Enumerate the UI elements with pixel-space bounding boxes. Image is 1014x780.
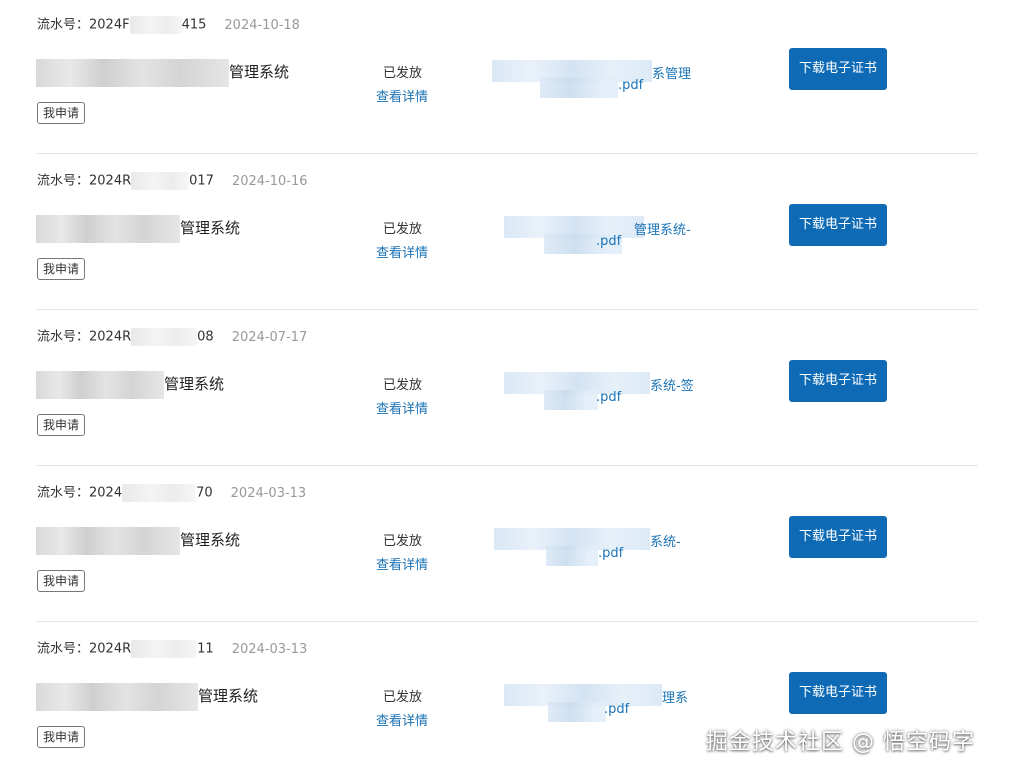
redacted-serial-segment (129, 16, 182, 34)
redacted-name-segment (36, 370, 164, 399)
download-certificate-button[interactable]: 下载电子证书 (789, 516, 887, 558)
status-text: 已发放 (383, 690, 423, 705)
view-details-link[interactable]: 查看详情 (376, 242, 428, 261)
application-date: 2024-07-17 (231, 329, 308, 345)
applicant-tag: 我申请 (37, 102, 86, 124)
redacted-name-segment (36, 214, 180, 243)
filename-tail: 系统- (650, 535, 681, 550)
software-name-suffix: 管理系统 (180, 219, 241, 237)
redacted-filename-segment (546, 546, 598, 566)
serial-suffix: 70 (196, 485, 213, 501)
applicant-tag: 我申请 (37, 726, 86, 748)
view-details-link[interactable]: 查看详情 (376, 86, 428, 105)
filename-tail: 管理系统- (634, 223, 691, 238)
software-name-suffix: 管理系统 (180, 531, 241, 549)
view-details-link[interactable]: 查看详情 (376, 398, 428, 417)
certificate-list: 流水号：2024F 415 2024-10-18 管理系统 我申请 已发放 查看详情… (0, 0, 1014, 780)
redacted-serial-segment (131, 640, 198, 658)
certificate-file-link[interactable]: 管理系统- .pdf (504, 216, 714, 256)
filename-extension: .pdf (618, 78, 644, 93)
certificate-file-link[interactable]: 理系 .pdf (504, 684, 714, 724)
certificate-record: 流水号：2024R 017 2024-10-16 管理系统 我申请 已发放 查看详情… (0, 156, 1014, 312)
software-name: 管理系统 (36, 214, 241, 243)
serial-prefix: 2024 (89, 485, 123, 501)
serial-label: 流水号： (37, 641, 90, 657)
filename-extension: .pdf (596, 234, 622, 249)
download-certificate-button[interactable]: 下载电子证书 (789, 48, 887, 90)
redacted-name-segment (36, 682, 198, 711)
view-details-link[interactable]: 查看详情 (376, 710, 428, 729)
serial-suffix: 415 (181, 17, 207, 33)
certificate-file-link[interactable]: 系管理 .pdf (492, 60, 702, 100)
status-text: 已发放 (383, 66, 423, 81)
status-text: 已发放 (383, 534, 423, 549)
row-divider (36, 153, 978, 154)
serial-prefix: 2024R (89, 641, 132, 657)
download-certificate-button[interactable]: 下载电子证书 (789, 672, 887, 714)
redacted-serial-segment (131, 328, 198, 346)
view-details-link[interactable]: 查看详情 (376, 554, 428, 573)
download-certificate-button[interactable]: 下载电子证书 (789, 360, 887, 402)
serial-prefix: 2024R (89, 329, 132, 345)
certificate-file-link[interactable]: 系统- .pdf (494, 528, 704, 568)
serial-number-row: 流水号：2024R 11 2024-03-13 (37, 640, 307, 659)
software-name: 管理系统 (36, 58, 290, 87)
filename-tail: 系管理 (652, 67, 692, 82)
serial-prefix: 2024R (89, 173, 132, 189)
applicant-tag: 我申请 (37, 258, 86, 280)
certificate-record: 流水号：2024 70 2024-03-13 管理系统 我申请 已发放 查看详情 系… (0, 468, 1014, 624)
serial-suffix: 017 (189, 173, 214, 189)
serial-label: 流水号： (37, 485, 90, 501)
serial-number-row: 流水号：2024 70 2024-03-13 (37, 484, 306, 503)
redacted-filename-segment (544, 390, 598, 410)
applicant-tag: 我申请 (37, 570, 86, 592)
redacted-serial-segment (122, 484, 197, 502)
redacted-filename-segment (548, 702, 606, 722)
redacted-name-segment (36, 58, 229, 87)
serial-prefix: 2024F (89, 17, 130, 33)
filename-extension: .pdf (598, 546, 624, 561)
redacted-name-segment (36, 526, 180, 555)
certificate-file-link[interactable]: 系统-签 .pdf (504, 372, 714, 412)
filename-tail: 系统-签 (650, 379, 694, 394)
certificate-record: 流水号：2024R 08 2024-07-17 管理系统 我申请 已发放 查看详情 … (0, 312, 1014, 468)
serial-number-row: 流水号：2024R 08 2024-07-17 (37, 328, 307, 347)
software-name: 管理系统 (36, 682, 259, 711)
certificate-record: 流水号：2024R 11 2024-03-13 管理系统 我申请 已发放 查看详情 … (0, 624, 1014, 780)
application-date: 2024-03-13 (230, 485, 307, 501)
serial-suffix: 11 (197, 641, 214, 657)
row-divider (36, 465, 978, 466)
software-name-suffix: 管理系统 (164, 375, 225, 393)
site-watermark: 掘金技术社区 @ 悟空码字 (706, 730, 975, 755)
filename-tail: 理系 (662, 691, 689, 706)
serial-suffix: 08 (197, 329, 214, 345)
applicant-tag: 我申请 (37, 414, 86, 436)
redacted-serial-segment (131, 172, 190, 190)
software-name-suffix: 管理系统 (198, 687, 259, 705)
row-divider (36, 309, 978, 310)
download-certificate-button[interactable]: 下载电子证书 (789, 204, 887, 246)
software-name-suffix: 管理系统 (229, 63, 290, 81)
serial-number-row: 流水号：2024R 017 2024-10-16 (37, 172, 308, 191)
status-text: 已发放 (383, 222, 423, 237)
serial-number-row: 流水号：2024F 415 2024-10-18 (37, 16, 300, 35)
row-divider (36, 621, 978, 622)
software-name: 管理系统 (36, 526, 241, 555)
software-name: 管理系统 (36, 370, 225, 399)
application-date: 2024-10-16 (231, 173, 308, 189)
certificate-record: 流水号：2024F 415 2024-10-18 管理系统 我申请 已发放 查看详情… (0, 0, 1014, 156)
redacted-filename-segment (540, 78, 618, 98)
application-date: 2024-03-13 (231, 641, 308, 657)
filename-extension: .pdf (596, 390, 622, 405)
status-text: 已发放 (383, 378, 423, 393)
application-date: 2024-10-18 (224, 17, 300, 33)
filename-extension: .pdf (604, 702, 630, 717)
serial-label: 流水号： (37, 329, 90, 345)
serial-label: 流水号： (37, 17, 90, 33)
serial-label: 流水号： (37, 173, 90, 189)
